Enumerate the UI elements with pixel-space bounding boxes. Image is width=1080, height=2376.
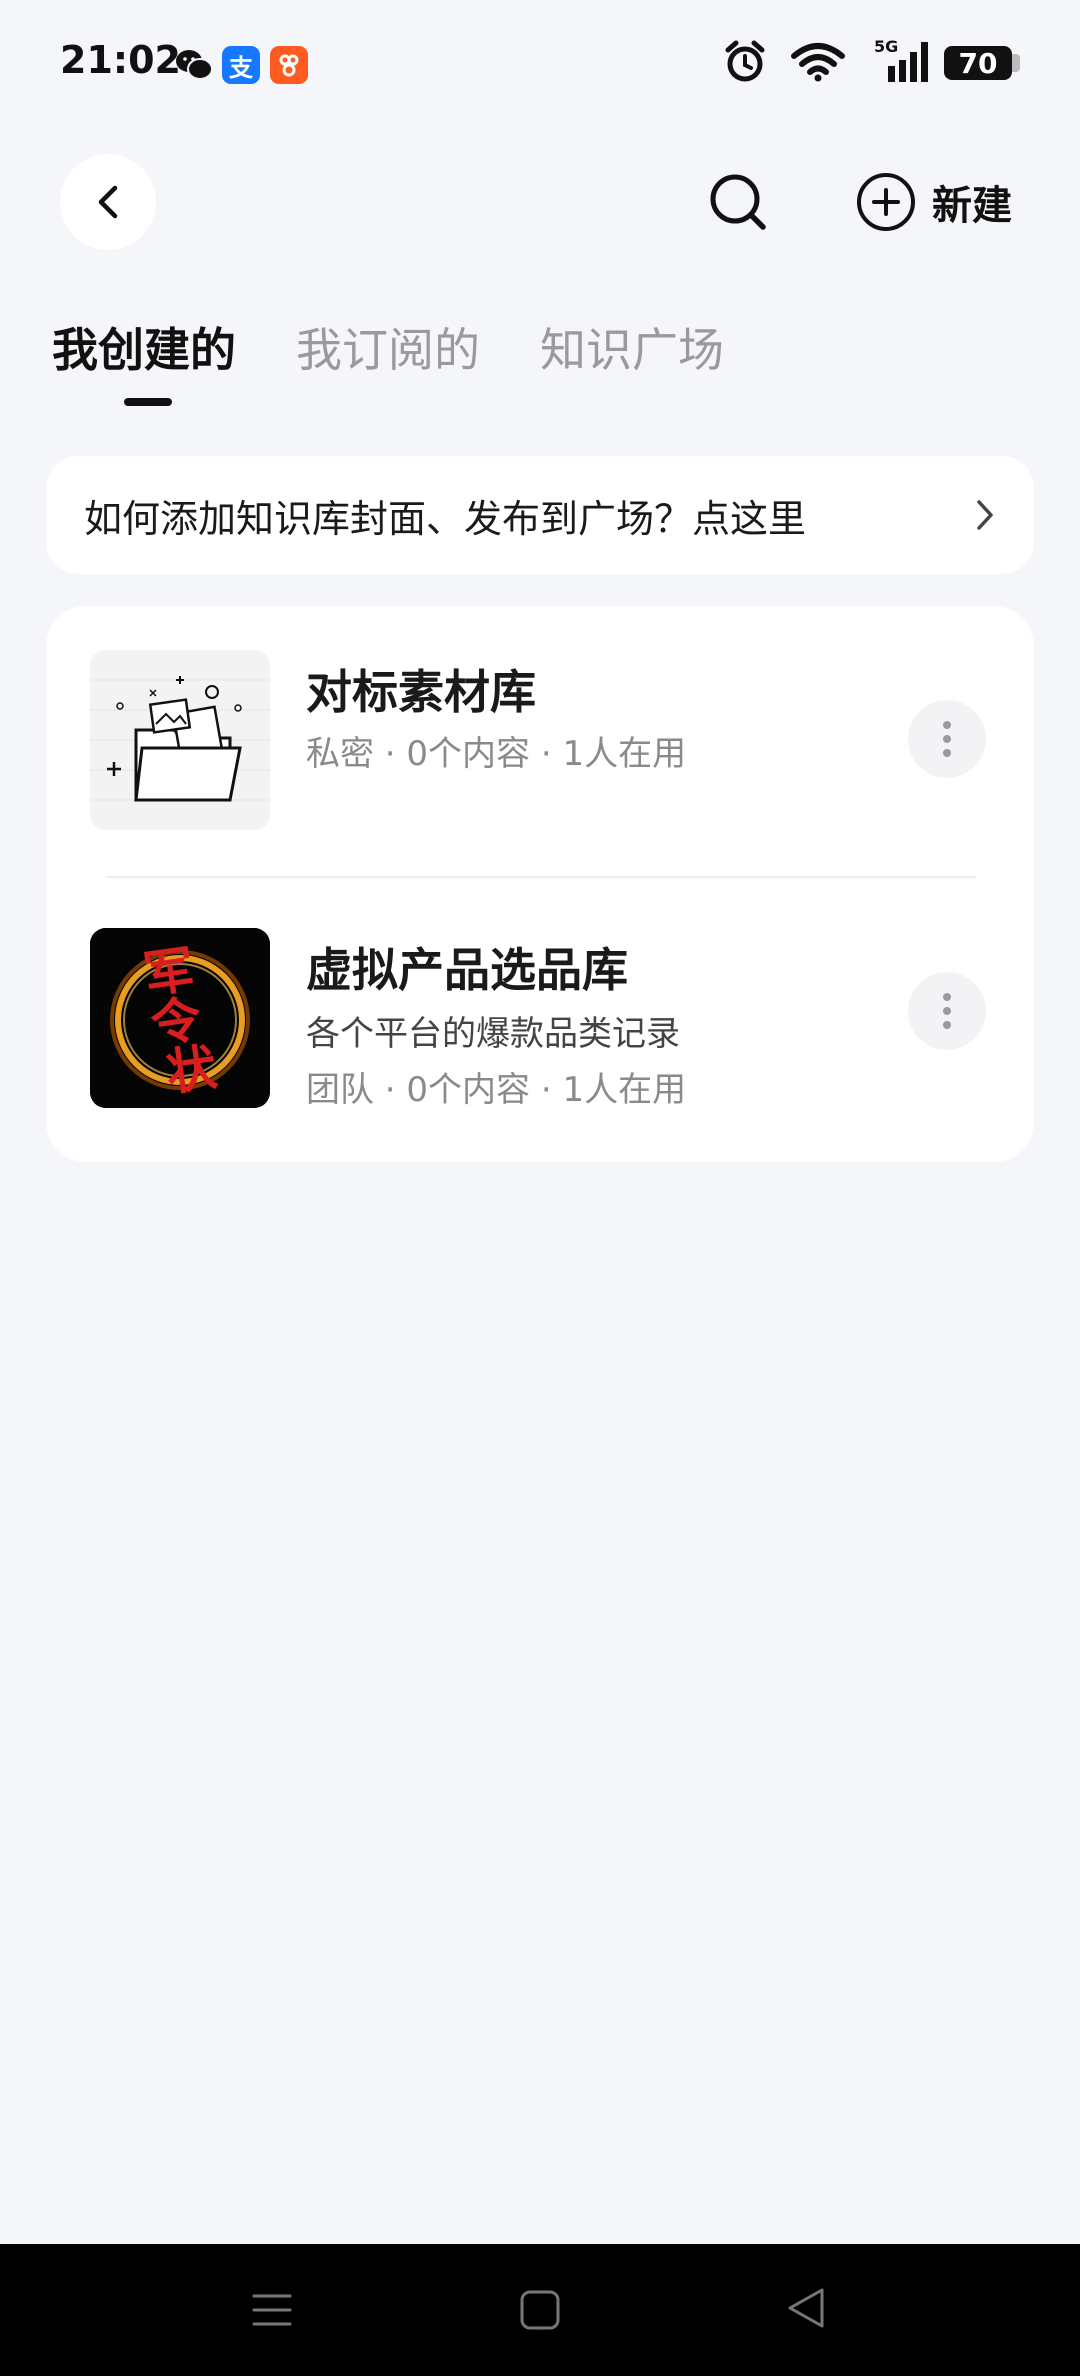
library-title: 虚拟产品选品库 bbox=[306, 943, 628, 997]
wifi-icon bbox=[791, 43, 845, 82]
home-square-icon[interactable] bbox=[518, 2288, 562, 2332]
folder-sketch-cover bbox=[90, 650, 270, 830]
battery-level: 70 bbox=[958, 46, 998, 80]
library-title: 对标素材库 bbox=[306, 665, 536, 719]
library-item[interactable]: 对标素材库 私密 · 0个内容 · 1人在用 bbox=[46, 606, 1034, 878]
new-button[interactable]: 新建 bbox=[856, 164, 1012, 240]
tab-created[interactable]: 我创建的 bbox=[52, 312, 236, 412]
signal-icon: 5G bbox=[874, 37, 928, 82]
more-dot-icon bbox=[943, 993, 951, 1001]
chevron-right-icon bbox=[977, 500, 993, 530]
battery-cap bbox=[1012, 54, 1020, 72]
search-button[interactable] bbox=[700, 164, 776, 240]
tab-bar: 我创建的 我订阅的 知识广场 bbox=[52, 312, 784, 412]
more-dot-icon bbox=[943, 735, 951, 743]
more-options-button[interactable] bbox=[908, 700, 986, 778]
library-meta: 团队 · 0个内容 · 1人在用 bbox=[306, 1070, 687, 1110]
red-calligraphy-cover: 军 令 状 bbox=[90, 928, 270, 1108]
tab-subscribed[interactable]: 我订阅的 bbox=[296, 312, 480, 412]
more-dot-icon bbox=[943, 1021, 951, 1029]
status-time: 21:02 bbox=[60, 38, 181, 82]
help-banner[interactable]: 如何添加知识库封面、发布到广场？点这里 bbox=[46, 456, 1034, 574]
active-tab-indicator bbox=[124, 398, 172, 406]
wechat-icon bbox=[175, 46, 213, 84]
system-navigation-bar bbox=[0, 2244, 1080, 2376]
chevron-left-icon bbox=[98, 185, 118, 219]
back-button[interactable] bbox=[60, 154, 156, 250]
new-button-label: 新建 bbox=[932, 183, 1012, 229]
library-item[interactable]: 军 令 状 虚拟产品选品库 各个平台的爆款品类记录 团队 · 0个内容 · 1人… bbox=[46, 878, 1034, 1150]
library-meta: 私密 · 0个内容 · 1人在用 bbox=[306, 734, 687, 774]
taobao-icon bbox=[270, 46, 308, 84]
status-bar: 21:02 支 5G 70 bbox=[0, 0, 1080, 128]
library-description: 各个平台的爆款品类记录 bbox=[306, 1014, 680, 1054]
alarm-icon bbox=[725, 40, 765, 82]
more-dot-icon bbox=[943, 749, 951, 757]
more-options-button[interactable] bbox=[908, 972, 986, 1050]
search-icon bbox=[710, 174, 766, 230]
tab-knowledge-square[interactable]: 知识广场 bbox=[540, 312, 724, 412]
alipay-icon: 支 bbox=[222, 46, 260, 84]
library-list: 对标素材库 私密 · 0个内容 · 1人在用 军 令 状 虚拟产品选品库 各个平… bbox=[46, 606, 1034, 1162]
more-dot-icon bbox=[943, 1007, 951, 1015]
plus-circle-icon bbox=[857, 173, 915, 231]
recents-menu-icon[interactable] bbox=[252, 2290, 292, 2330]
back-triangle-icon[interactable] bbox=[784, 2286, 828, 2330]
battery-indicator: 70 bbox=[944, 46, 1012, 80]
more-dot-icon bbox=[943, 721, 951, 729]
network-type-label: 5G bbox=[874, 37, 898, 56]
help-banner-text: 如何添加知识库封面、发布到广场？点这里 bbox=[84, 496, 807, 541]
